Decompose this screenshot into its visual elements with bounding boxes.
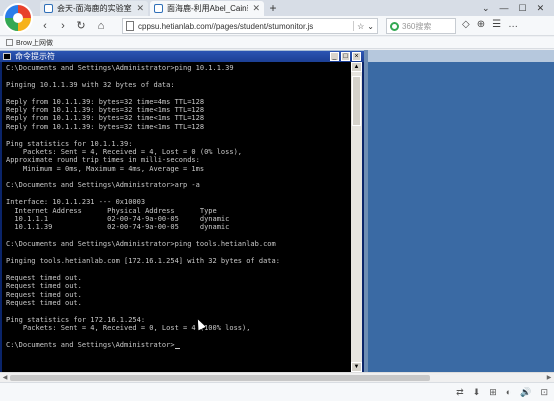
horizontal-scrollbar[interactable]: ◀ ▶ (0, 372, 554, 382)
tab-abel-cain[interactable]: 面海鹿-利用Abel_Cain软件 ✕ (150, 1, 264, 16)
console-line: Approximate round trip times in milli-se… (6, 156, 200, 165)
search-engine-icon (390, 21, 399, 31)
console-line: Request timed out. (6, 273, 82, 282)
console-line: 10.1.1.1 02-00-74-9a-00-05 dynamic (6, 215, 230, 224)
bookmark-page-icon (6, 39, 13, 46)
window-controls: ⌄ — ☐ ✕ (482, 0, 544, 16)
cmd-titlebar[interactable]: 命令提示符 _ □ × (0, 51, 364, 62)
page-content: 命令提示符 _ □ × C:\Documents and Settings\Ad… (0, 50, 554, 372)
volume-icon[interactable]: 🔊 (520, 387, 531, 398)
console-line: Pinging tools.hetianlab.com [172.16.1.25… (6, 256, 280, 265)
maximize-icon[interactable]: ☐ (519, 3, 527, 14)
close-tab-icon[interactable]: ✕ (136, 3, 144, 14)
screenshot-icon[interactable]: ⊡ (540, 387, 548, 398)
url-text[interactable]: cppsu.hetianlab.com//pages/student/stumo… (138, 22, 350, 31)
download-icon[interactable]: ⬇ (473, 387, 481, 398)
page-favicon-icon (44, 4, 53, 13)
page-info-icon[interactable] (126, 21, 134, 31)
forward-icon[interactable]: › (56, 19, 70, 33)
scroll-right-icon[interactable]: ▶ (545, 374, 553, 382)
side-panel (368, 50, 554, 372)
chevron-down-icon[interactable]: ⌄ (367, 22, 374, 31)
sync-icon[interactable]: ⇄ (456, 387, 464, 398)
more-icon[interactable]: … (508, 19, 518, 30)
console-line: Reply from 10.1.1.39: bytes=32 time<1ms … (6, 114, 205, 123)
cmd-maximize-button[interactable]: □ (341, 52, 350, 61)
cmd-title: 命令提示符 (15, 52, 55, 61)
tab-label: 会天-面海鹿的实验室 (57, 4, 132, 13)
console-line: Reply from 10.1.1.39: bytes=32 time=4ms … (6, 97, 205, 106)
console-line: Request timed out. (6, 298, 82, 307)
scroll-down-icon[interactable]: ▼ (351, 362, 362, 372)
tab-lab-home[interactable]: 会天-面海鹿的实验室 ✕ (40, 1, 148, 16)
home-icon[interactable]: ⌂ (94, 19, 108, 33)
accelerator-icon[interactable]: ⊕ (477, 19, 485, 30)
apps-icon[interactable]: ⊞ (489, 387, 497, 398)
console-line: Internet Address Physical Address Type (6, 206, 217, 215)
console-line: Reply from 10.1.1.39: bytes=32 time<1ms … (6, 105, 205, 114)
bookmark-item[interactable]: Brow上网做 (16, 38, 53, 48)
console-line: Packets: Sent = 4, Received = 4, Lost = … (6, 147, 243, 156)
console-line: C:\Documents and Settings\Administrator>… (6, 181, 200, 190)
console-line: Reply from 10.1.1.39: bytes=32 time<1ms … (6, 122, 205, 131)
console-line: Pinging 10.1.1.39 with 32 bytes of data: (6, 80, 175, 89)
search-input[interactable]: 360搜索 (402, 21, 431, 32)
reload-icon[interactable]: ↻ (74, 19, 88, 33)
console-line: Minimum = 0ms, Maximum = 4ms, Average = … (6, 164, 205, 173)
new-tab-button[interactable]: + (266, 1, 280, 15)
vertical-scrollbar[interactable]: ▲ ▼ (351, 62, 362, 372)
address-bar[interactable]: cppsu.hetianlab.com//pages/student/stumo… (122, 18, 378, 34)
cmd-close-button[interactable]: × (352, 52, 361, 61)
cmd-window-icon (3, 53, 11, 60)
console-line: Ping statistics for 172.16.1.254: (6, 315, 146, 324)
console-line: Ping statistics for 10.1.1.39: (6, 139, 133, 148)
cmd-minimize-button[interactable]: _ (330, 52, 339, 61)
side-panel-header (368, 50, 554, 62)
console-line: C:\Documents and Settings\Administrator>… (6, 64, 234, 72)
minimize-icon[interactable]: — (500, 3, 509, 13)
bookmark-bar: Brow上网做 (0, 37, 554, 49)
status-bar: ⇄ ⬇ ⊞ ◐ 🔊 ⊡ (0, 382, 554, 401)
text-cursor (174, 348, 180, 350)
night-mode-icon[interactable]: ◐ (506, 387, 511, 398)
toolbar-icons: ◇ ⊕ ☰ … (462, 19, 518, 30)
tab-menu-icon[interactable]: ⌄ (482, 3, 490, 14)
search-box[interactable]: 360搜索 (386, 18, 456, 34)
console-line: C:\Documents and Settings\Administrator>… (6, 240, 276, 249)
console-line: Request timed out. (6, 290, 82, 299)
page-favicon-icon (154, 4, 163, 13)
command-prompt-window[interactable]: 命令提示符 _ □ × C:\Documents and Settings\Ad… (0, 51, 364, 372)
back-icon[interactable]: ‹ (38, 19, 52, 33)
divider (353, 21, 355, 31)
extension-icon[interactable]: ◇ (462, 19, 470, 30)
scroll-left-icon[interactable]: ◀ (1, 374, 9, 382)
console-line: Request timed out. (6, 282, 82, 291)
scroll-up-icon[interactable]: ▲ (351, 62, 362, 72)
navigation-bar: ‹ › ↻ ⌂ cppsu.hetianlab.com//pages/stude… (0, 16, 554, 36)
console-output[interactable]: C:\Documents and Settings\Administrator>… (2, 62, 351, 372)
console-line: Packets: Sent = 4, Received = 0, Lost = … (6, 324, 251, 333)
scroll-thumb[interactable] (352, 76, 361, 126)
tab-strip: 会天-面海鹿的实验室 ✕ 面海鹿-利用Abel_Cain软件 ✕ + ⌄ — ☐… (0, 0, 554, 16)
bookmark-star-icon[interactable]: ☆ (357, 22, 364, 31)
close-window-icon[interactable]: ✕ (537, 3, 545, 14)
close-tab-icon[interactable]: ✕ (252, 3, 260, 14)
tab-label: 面海鹿-利用Abel_Cain软件 (167, 4, 248, 13)
console-line: C:\Documents and Settings\Administrator> (6, 341, 351, 350)
console-line: 10.1.1.39 02-00-74-9a-00-05 dynamic (6, 223, 230, 232)
browser-logo-icon[interactable] (3, 3, 33, 33)
console-line: Interface: 10.1.1.231 --- 0x10003 (6, 198, 146, 207)
menu-icon[interactable]: ☰ (492, 19, 501, 30)
horizontal-scroll-thumb[interactable] (10, 375, 430, 381)
